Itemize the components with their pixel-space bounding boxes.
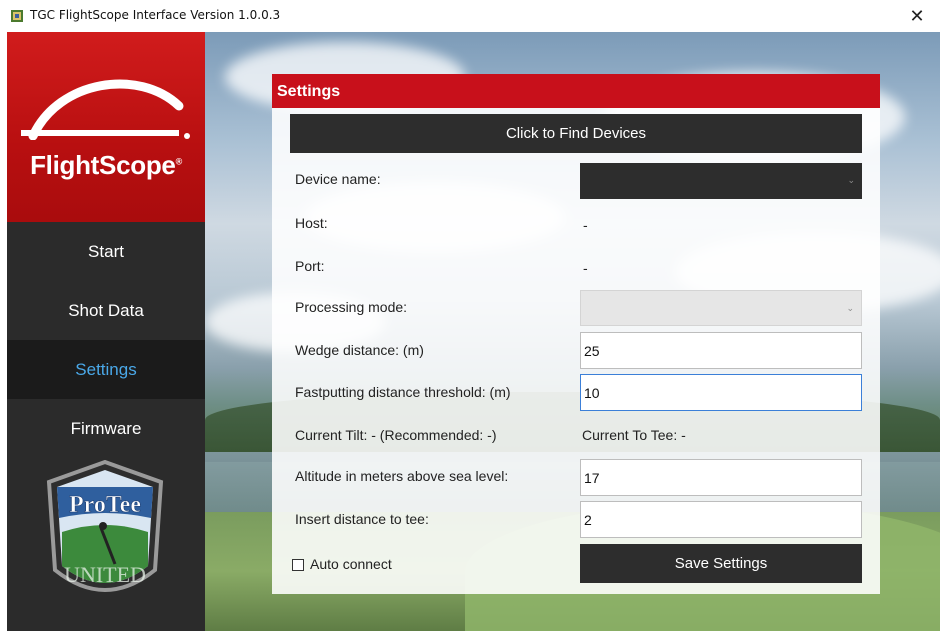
nav-item-firmware[interactable]: Firmware [7, 399, 205, 458]
settings-panel: Settings Click to Find Devices Device na… [272, 74, 880, 594]
device-name-select[interactable]: ⌄ [580, 163, 862, 199]
host-label: Host: [295, 215, 328, 231]
app-icon [11, 10, 23, 22]
wedge-distance-input[interactable]: 25 [580, 332, 862, 369]
flightscope-logo: FlightScope® [7, 32, 205, 222]
current-tilt-text: Current Tilt: - (Recommended: -) [295, 427, 497, 443]
nav-item-label: Firmware [70, 418, 142, 438]
auto-connect-checkbox[interactable] [292, 559, 304, 571]
find-devices-button[interactable]: Click to Find Devices [290, 114, 862, 153]
close-button[interactable]: ✕ [894, 0, 940, 32]
close-icon: ✕ [909, 5, 925, 26]
host-value: - [583, 217, 588, 233]
auto-connect-label[interactable]: Auto connect [310, 556, 392, 572]
sidebar: FlightScope® Start Shot Data Settings Fi… [7, 32, 205, 631]
port-label: Port: [295, 258, 325, 274]
wedge-distance-label: Wedge distance: (m) [295, 342, 424, 358]
arc-icon [21, 79, 190, 140]
chevron-down-icon: ⌄ [846, 303, 854, 313]
save-settings-button[interactable]: Save Settings [580, 544, 862, 583]
title-bar: TGC FlightScope Interface Version 1.0.0.… [0, 0, 940, 32]
protee-united-badge: ProTee UNITED [46, 460, 164, 592]
nav-item-label: Settings [75, 359, 137, 379]
badge-protee-text: ProTee [69, 492, 141, 518]
nav-item-label: Start [88, 241, 124, 261]
fastputting-threshold-label: Fastputting distance threshold: (m) [295, 384, 511, 400]
brand-wordmark: FlightScope® [7, 150, 205, 181]
device-name-label: Device name: [295, 171, 381, 187]
altitude-input[interactable]: 17 [580, 459, 862, 496]
nav-item-label: Shot Data [68, 300, 144, 320]
fastputting-threshold-input[interactable]: 10 [580, 374, 862, 411]
registered-mark: ® [175, 156, 183, 167]
brand-name: FlightScope [30, 150, 176, 180]
tee-distance-label: Insert distance to tee: [295, 511, 429, 527]
chevron-down-icon: ⌄ [847, 175, 855, 185]
badge-united-text: UNITED [64, 562, 146, 587]
nav-item-shot-data[interactable]: Shot Data [7, 281, 205, 340]
processing-mode-label: Processing mode: [295, 299, 408, 315]
altitude-label: Altitude in meters above sea level: [295, 468, 509, 484]
nav-item-start[interactable]: Start [7, 222, 205, 281]
current-to-tee-text: Current To Tee: - [582, 427, 686, 443]
tee-distance-input[interactable]: 2 [580, 501, 862, 538]
window-title: TGC FlightScope Interface Version 1.0.0.… [30, 8, 281, 22]
processing-mode-select[interactable]: ⌄ [580, 290, 862, 326]
app-window: TGC FlightScope Interface Version 1.0.0.… [0, 0, 940, 631]
port-value: - [583, 260, 588, 276]
settings-header: Settings [272, 74, 880, 108]
nav-item-settings[interactable]: Settings [7, 340, 205, 399]
